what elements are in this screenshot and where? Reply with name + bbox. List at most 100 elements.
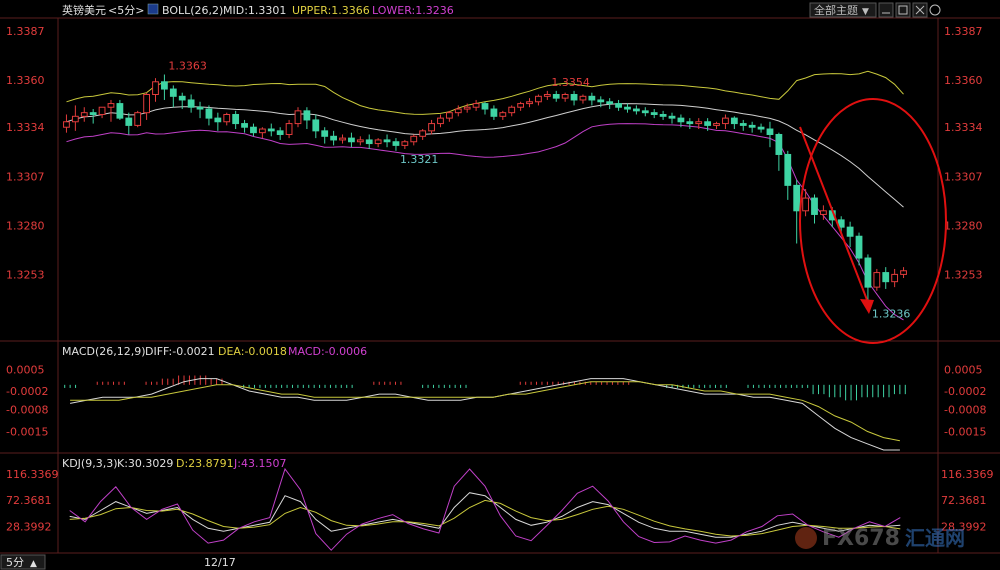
- candle-body: [107, 103, 115, 108]
- candle-body: [71, 115, 79, 123]
- candle-body: [722, 117, 729, 125]
- kdj-tick-left: 72.3681: [6, 494, 52, 507]
- candle-body: [490, 108, 498, 117]
- boll-icon[interactable]: [147, 3, 159, 15]
- candle-body: [472, 103, 480, 108]
- candle-body: [766, 128, 774, 135]
- macd-tick-right: -0.0002: [944, 385, 986, 398]
- candle-body: [250, 126, 257, 134]
- candle-body: [437, 117, 444, 125]
- candle-body: [169, 88, 177, 97]
- candle-body: [775, 133, 783, 155]
- macd-tick-right: 0.0005: [944, 363, 983, 376]
- candle-body: [606, 101, 614, 105]
- kdj-tick-left: 28.3992: [6, 520, 52, 533]
- candle-body: [365, 139, 373, 145]
- candle-body: [535, 95, 542, 103]
- price-annotation-label: 1.3236: [872, 307, 911, 320]
- candle-body: [793, 184, 801, 212]
- candle-body: [428, 123, 435, 132]
- candle-body: [588, 95, 596, 101]
- kdj-tick-left: 116.3369: [6, 468, 59, 481]
- candle-body: [615, 103, 622, 108]
- candle-body: [294, 110, 302, 125]
- candle-body: [543, 94, 551, 97]
- candle-body: [392, 141, 400, 146]
- price-tick-left: 1.3307: [6, 170, 45, 183]
- candle-body: [695, 121, 703, 125]
- candle-body: [552, 94, 560, 99]
- price-tick-right: 1.3280: [944, 219, 983, 232]
- candle-body: [383, 139, 391, 143]
- candle-body: [802, 197, 809, 212]
- price-tick-left: 1.3280: [6, 219, 45, 232]
- kdj-tick-right: 72.3681: [941, 494, 987, 507]
- candle-body: [178, 95, 186, 101]
- candle-body: [339, 137, 346, 141]
- mid-label: MID:1.3301: [223, 4, 286, 17]
- macd-tick-left: -0.0015: [6, 425, 48, 438]
- candle-body: [873, 272, 881, 288]
- price-annotation-label: 1.3363: [168, 60, 207, 73]
- candle-body: [419, 130, 427, 137]
- macd-tick-right: -0.0015: [944, 425, 986, 438]
- candle-body: [632, 108, 640, 112]
- candle-body: [312, 119, 320, 132]
- candle-body: [900, 270, 907, 275]
- candle-body: [454, 108, 462, 114]
- macd-diff-label: DIFF:-0.0021: [145, 345, 215, 358]
- macd-tick-left: 0.0005: [6, 363, 45, 376]
- chart-canvas: 英镑美元 <5分> BOLL(26,2) MID:1.3301 UPPER:1.…: [0, 0, 1000, 570]
- maximize-button[interactable]: [895, 2, 911, 18]
- candle-body: [303, 110, 311, 121]
- macd-tick-left: -0.0008: [6, 404, 48, 417]
- kdj-j-label: J:43.1507: [233, 457, 286, 470]
- theme-dropdown[interactable]: 全部主题 ▼: [809, 2, 877, 18]
- candle-body: [356, 139, 364, 143]
- candle-body: [116, 103, 124, 119]
- candle-body: [579, 95, 587, 101]
- lower-label: LOWER:1.3236: [372, 4, 454, 17]
- candle-body: [481, 103, 489, 110]
- candle-body: [677, 117, 685, 123]
- candle-body: [820, 210, 827, 215]
- candle-body: [330, 135, 338, 141]
- kdj-d-label: D:23.8791: [176, 457, 234, 470]
- candle-body: [811, 197, 818, 215]
- candle-body: [641, 110, 649, 114]
- candle-body: [241, 123, 248, 128]
- candle-body: [348, 137, 355, 143]
- kdj-title: KDJ(9,3,3): [62, 457, 118, 470]
- price-tick-right: 1.3387: [944, 25, 983, 38]
- candle-body: [89, 112, 97, 115]
- candle-body: [891, 273, 899, 283]
- upper-label: UPPER:1.3366: [292, 4, 370, 17]
- macd-value-label: MACD:-0.0006: [288, 345, 367, 358]
- price-tick-left: 1.3334: [6, 121, 45, 134]
- candle-body: [704, 121, 712, 126]
- candle-body: [846, 226, 854, 237]
- candle-body: [214, 117, 222, 123]
- price-tick-right: 1.3253: [944, 268, 983, 281]
- candle-body: [232, 113, 240, 125]
- chart-background: [0, 0, 1000, 570]
- price-tick-right: 1.3307: [944, 170, 983, 183]
- candle-body: [134, 112, 142, 126]
- period-selector[interactable]: 5分 ▲: [0, 554, 46, 570]
- close-button[interactable]: [912, 2, 928, 18]
- candle-body: [321, 130, 329, 137]
- candle-body: [80, 112, 88, 117]
- minimize-button[interactable]: [878, 2, 894, 18]
- candle-body: [713, 123, 720, 126]
- candle-body: [499, 112, 507, 117]
- macd-dea-label: DEA:-0.0018: [218, 345, 287, 358]
- candle-body: [730, 117, 738, 125]
- candle-body: [855, 235, 863, 259]
- candle-body: [668, 115, 676, 119]
- watermark-brand: FX678: [822, 526, 900, 551]
- candle-body: [276, 130, 284, 135]
- boll-label: BOLL(26,2): [162, 4, 223, 17]
- candle-body: [650, 112, 658, 115]
- candle-body: [143, 94, 150, 114]
- price-tick-left: 1.3253: [6, 268, 45, 281]
